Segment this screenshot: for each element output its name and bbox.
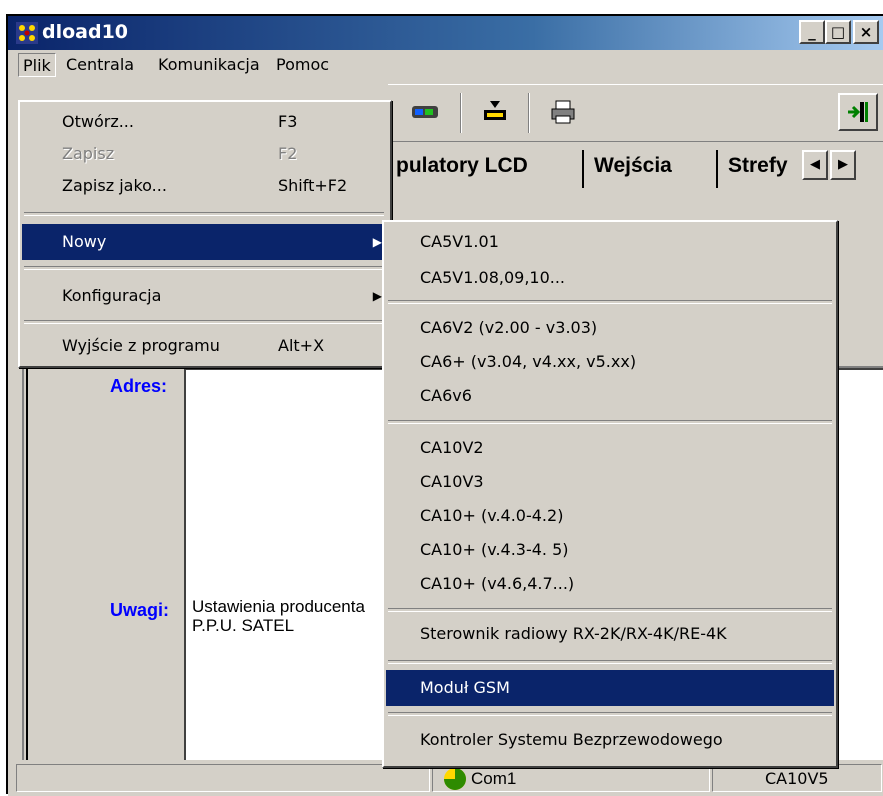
submenu-item-label: CA10+ (v4.6,4.7...) xyxy=(420,574,575,593)
submenu-arrow-icon: ▶ xyxy=(372,289,382,303)
tab-scroll-right-button[interactable]: ▶ xyxy=(830,150,856,180)
submenu-item[interactable]: CA6v6 xyxy=(386,378,834,414)
menu-separator xyxy=(24,266,384,270)
submenu-item-label: CA5V1.08,09,10... xyxy=(420,268,566,287)
submenu-arrow-icon: ▶ xyxy=(372,235,382,249)
menu-item-label: Konfiguracja xyxy=(62,286,162,305)
print-icon[interactable] xyxy=(544,93,582,131)
menu-pomoc[interactable]: Pomoc xyxy=(272,53,333,77)
menu-item-label: Zapisz jako... xyxy=(62,176,167,195)
toolbar xyxy=(388,84,883,142)
device-label: CA10V5 xyxy=(765,769,829,788)
file-menu: Otwórz... F3 Zapisz F2 Zapisz jako... Sh… xyxy=(18,100,392,368)
menu-item-shortcut: Alt+X xyxy=(278,336,325,355)
tab-scroll-left-button[interactable]: ◀ xyxy=(802,150,828,180)
window-title: dload10 xyxy=(42,21,129,43)
submenu-item[interactable]: CA10+ (v.4.3-4. 5) xyxy=(386,532,834,568)
address-label: Adres: xyxy=(110,376,168,396)
menu-centrala[interactable]: Centrala xyxy=(62,53,138,77)
notes-line-2: P.P.U. SATEL xyxy=(192,616,295,635)
submenu-item-label: CA10V3 xyxy=(420,472,484,491)
submenu-item-label: CA5V1.01 xyxy=(420,232,499,251)
menu-separator xyxy=(388,420,832,424)
toolbar-separator xyxy=(460,93,462,133)
status-cell-empty xyxy=(16,764,430,792)
toolbar-separator xyxy=(528,93,530,133)
menu-item-label: Wyjście z programu xyxy=(62,336,220,355)
port-label: Com1 xyxy=(471,769,517,788)
app-icon xyxy=(16,22,38,44)
module-icon[interactable] xyxy=(406,93,444,131)
menu-item-save-as[interactable]: Zapisz jako... Shift+F2 xyxy=(22,168,388,204)
menu-item-label: Nowy xyxy=(62,232,107,251)
title-bar[interactable]: dload10 _ □ × xyxy=(8,16,883,50)
menu-item-exit[interactable]: Wyjście z programu Alt+X xyxy=(22,328,388,364)
maximize-button[interactable]: □ xyxy=(825,20,851,44)
menu-plik[interactable]: Plik xyxy=(18,53,56,77)
menu-item-label: Zapisz xyxy=(62,144,115,163)
exit-icon[interactable] xyxy=(838,93,878,131)
submenu-item-label: CA10+ (v.4.3-4. 5) xyxy=(420,540,569,559)
labels-column xyxy=(26,368,176,760)
submenu-item-label: CA10V2 xyxy=(420,438,484,457)
submenu-item-label: CA6V2 (v2.00 - v3.03) xyxy=(420,318,598,337)
notes-line-1: Ustawienia producenta xyxy=(192,597,365,616)
connection-icon xyxy=(444,768,466,790)
menu-item-shortcut: F2 xyxy=(278,144,298,163)
submenu-item[interactable]: CA6+ (v3.04, v4.xx, v5.xx) xyxy=(386,344,834,380)
menu-item-shortcut: F3 xyxy=(278,112,298,131)
notes-label: Uwagi: xyxy=(110,600,170,620)
submenu-item[interactable]: CA5V1.08,09,10... xyxy=(386,260,834,296)
submenu-item-gsm-module[interactable]: Moduł GSM xyxy=(386,670,834,706)
submenu-item[interactable]: Sterownik radiowy RX-2K/RX-4K/RE-4K xyxy=(386,616,834,652)
status-cell-port: Com1 xyxy=(432,764,710,792)
tab-wejscia[interactable]: Wejścia xyxy=(594,154,672,178)
submenu-item[interactable]: CA10V3 xyxy=(386,464,834,500)
menu-item-shortcut: Shift+F2 xyxy=(278,176,348,195)
submenu-item[interactable]: CA5V1.01 xyxy=(386,224,834,260)
submenu-item[interactable]: CA6V2 (v2.00 - v3.03) xyxy=(386,310,834,346)
menu-separator xyxy=(24,212,384,216)
menu-item-open[interactable]: Otwórz... F3 xyxy=(22,104,388,140)
menu-item-configuration[interactable]: Konfiguracja ▶ xyxy=(22,278,388,314)
submenu-item[interactable]: Kontroler Systemu Bezprzewodowego xyxy=(386,722,834,758)
menu-bar: Plik Centrala Komunikacja Pomoc xyxy=(8,50,883,80)
tab-divider xyxy=(582,150,584,188)
submenu-item[interactable]: CA10V2 xyxy=(386,430,834,466)
new-submenu: CA5V1.01 CA5V1.08,09,10... CA6V2 (v2.00 … xyxy=(382,220,838,768)
menu-item-new[interactable]: Nowy ▶ xyxy=(22,224,388,260)
tab-divider xyxy=(716,150,718,188)
submenu-item-label: CA10+ (v.4.0-4.2) xyxy=(420,506,564,525)
close-button[interactable]: × xyxy=(853,20,879,44)
menu-separator xyxy=(388,608,832,612)
tab-strefy[interactable]: Strefy xyxy=(728,154,802,178)
menu-separator xyxy=(388,300,832,304)
minimize-button[interactable]: _ xyxy=(799,20,825,44)
submenu-item-label: CA6v6 xyxy=(420,386,472,405)
submenu-item-label: Moduł GSM xyxy=(420,678,510,697)
tab-strip: pulatory LCD Wejścia Strefy ◀ ▶ xyxy=(388,144,883,194)
status-cell-device: CA10V5 xyxy=(712,764,882,792)
menu-separator xyxy=(24,320,384,324)
tab-manipulatory-lcd[interactable]: pulatory LCD xyxy=(396,154,528,178)
menu-separator xyxy=(388,660,832,664)
submenu-item-label: Sterownik radiowy RX-2K/RX-4K/RE-4K xyxy=(420,624,727,643)
menu-item-label: Otwórz... xyxy=(62,112,134,131)
submenu-item[interactable]: CA10+ (v4.6,4.7...) xyxy=(386,566,834,602)
submenu-item-label: Kontroler Systemu Bezprzewodowego xyxy=(420,730,723,749)
submenu-item-label: CA6+ (v3.04, v4.xx, v5.xx) xyxy=(420,352,637,371)
menu-item-save: Zapisz F2 xyxy=(22,136,388,172)
submenu-item[interactable]: CA10+ (v.4.0-4.2) xyxy=(386,498,834,534)
menu-komunikacja[interactable]: Komunikacja xyxy=(154,53,264,77)
menu-separator xyxy=(388,712,832,716)
download-icon[interactable] xyxy=(476,93,514,131)
